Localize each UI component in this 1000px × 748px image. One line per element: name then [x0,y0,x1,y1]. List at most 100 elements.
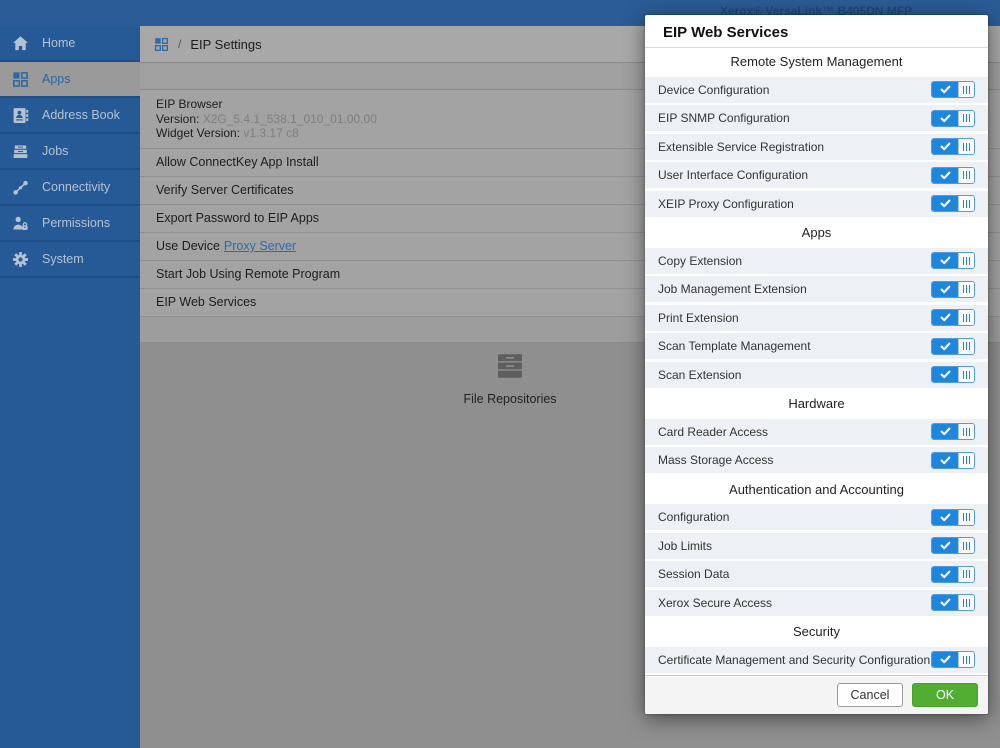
sidebar-item-label: Jobs [42,144,68,158]
service-label: Scan Extension [658,368,741,382]
sidebar-item-label: Address Book [42,108,120,122]
file-repositories[interactable]: File Repositories [430,351,590,406]
section-header-apps: Apps [645,219,988,245]
toggle-user-interface-configuration[interactable] [931,167,975,184]
sidebar-item-jobs[interactable]: Jobs [0,134,140,170]
service-label: Session Data [658,567,729,581]
toggle-xerox-secure-access[interactable] [931,594,975,611]
service-row-xeip-proxy-configuration: XEIP Proxy Configuration [645,191,988,217]
setting-label: EIP Web Services [156,295,256,309]
apps-grid-icon[interactable] [154,37,169,52]
eip-web-services-dialog: EIP Web Services Remote System Managemen… [645,15,988,714]
toggle-certificate-management-and-security-configuration[interactable] [931,651,975,668]
service-label: Device Configuration [658,83,769,97]
service-row-device-configuration: Device Configuration [645,77,988,103]
server-stack-icon [495,351,525,381]
service-label: Mass Storage Access [658,453,773,467]
setting-label: Start Job Using Remote Program [156,267,340,281]
toggle-xeip-proxy-configuration[interactable] [931,195,975,212]
toggle-handle [958,453,974,468]
service-row-copy-extension: Copy Extension [645,248,988,274]
file-repositories-label: File Repositories [463,392,556,406]
sidebar-item-permissions[interactable]: Permissions [0,206,140,242]
service-row-user-interface-configuration: User Interface Configuration [645,162,988,188]
service-row-session-data: Session Data [645,561,988,587]
check-icon [932,111,958,126]
sidebar-item-connectivity[interactable]: Connectivity [0,170,140,206]
service-label: Extensible Service Registration [658,140,824,154]
service-row-eip-snmp-configuration: EIP SNMP Configuration [645,105,988,131]
cancel-button[interactable]: Cancel [837,683,903,707]
service-row-card-reader-access: Card Reader Access [645,419,988,445]
section-header-hardware: Hardware [645,390,988,416]
sidebar-item-label: Connectivity [42,180,110,194]
system-icon [12,251,29,268]
service-row-scan-template-management: Scan Template Management [645,333,988,359]
breadcrumb-separator: / [178,37,181,51]
sidebar-item-home[interactable]: Home [0,26,140,62]
toggle-handle [958,310,974,325]
toggle-handle [958,538,974,553]
address-book-icon [12,107,29,124]
service-label: Certificate Management and Security Conf… [658,653,930,667]
home-icon [12,35,29,52]
proxy-server-link[interactable]: Proxy Server [224,239,296,253]
toggle-handle [958,567,974,582]
dialog-footer: Cancel OK [645,675,988,714]
sidebar-item-label: Apps [42,72,71,86]
toggle-handle [958,82,974,97]
toggle-configuration[interactable] [931,509,975,526]
toggle-print-extension[interactable] [931,309,975,326]
section-header-authentication-and-accounting: Authentication and Accounting [645,476,988,502]
toggle-handle [958,111,974,126]
dialog-title: EIP Web Services [645,15,988,48]
toggle-eip-snmp-configuration[interactable] [931,110,975,127]
service-label: EIP SNMP Configuration [658,111,790,125]
toggle-session-data[interactable] [931,566,975,583]
toggle-handle [958,595,974,610]
toggle-handle [958,196,974,211]
toggle-job-management-extension[interactable] [931,281,975,298]
setting-label: Use Device [156,239,220,253]
check-icon [932,168,958,183]
service-label: Xerox Secure Access [658,596,772,610]
toggle-handle [958,282,974,297]
toggle-scan-extension[interactable] [931,366,975,383]
toggle-scan-template-management[interactable] [931,338,975,355]
section-header-security: Security [645,618,988,644]
check-icon [932,139,958,154]
sidebar-item-address-book[interactable]: Address Book [0,98,140,134]
service-row-job-limits: Job Limits [645,533,988,559]
toggle-handle [958,339,974,354]
service-label: Job Management Extension [658,282,807,296]
toggle-extensible-service-registration[interactable] [931,138,975,155]
toggle-card-reader-access[interactable] [931,423,975,440]
breadcrumb-title: EIP Settings [190,37,261,52]
toggle-copy-extension[interactable] [931,252,975,269]
sidebar-nav: Home Apps Address Book Jobs Connectivity Perm… [0,26,140,748]
service-row-job-management-extension: Job Management Extension [645,276,988,302]
sidebar-item-apps[interactable]: Apps [0,62,140,98]
check-icon [932,367,958,382]
permissions-icon [12,215,29,232]
check-icon [932,453,958,468]
check-icon [932,310,958,325]
check-icon [932,652,958,667]
toggle-device-configuration[interactable] [931,81,975,98]
toggle-job-limits[interactable] [931,537,975,554]
ok-button[interactable]: OK [912,683,978,707]
service-label: Configuration [658,510,729,524]
check-icon [932,282,958,297]
service-label: Job Limits [658,539,712,553]
toggle-handle [958,652,974,667]
setting-label: Verify Server Certificates [156,183,294,197]
toggle-handle [958,424,974,439]
check-icon [932,595,958,610]
toggle-mass-storage-access[interactable] [931,452,975,469]
sidebar-item-label: Permissions [42,216,110,230]
toggle-handle [958,139,974,154]
service-row-extensible-service-registration: Extensible Service Registration [645,134,988,160]
check-icon [932,253,958,268]
toggle-handle [958,168,974,183]
sidebar-item-system[interactable]: System [0,242,140,278]
